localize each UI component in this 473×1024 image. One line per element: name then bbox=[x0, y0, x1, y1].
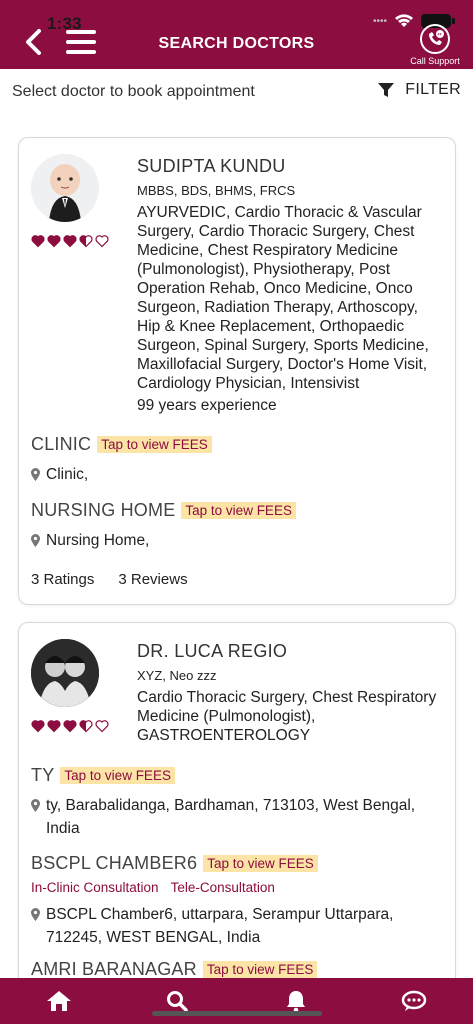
view-fees-button[interactable]: Tap to view FEES bbox=[202, 961, 318, 978]
location-block: BSCPL CHAMBER6 Tap to view FEES In-Clini… bbox=[31, 853, 445, 949]
heart-icon bbox=[79, 720, 93, 733]
doctor-info: DR. LUCA REGIO XYZ, Neo zzz Cardio Thora… bbox=[137, 641, 445, 745]
call-support-label: Call Support bbox=[410, 56, 460, 66]
heart-icon bbox=[47, 235, 61, 248]
call-support-button[interactable]: Call Support bbox=[407, 24, 463, 66]
location-name: TY bbox=[31, 765, 55, 785]
doctor-specialities: Cardio Thoracic Surgery, Chest Respirato… bbox=[137, 689, 437, 744]
instruction-text: Select doctor to book appointment bbox=[12, 83, 255, 100]
location-address: Nursing Home, bbox=[46, 532, 150, 549]
location-pin-icon bbox=[31, 468, 40, 481]
doctor-avatar bbox=[31, 639, 99, 707]
location-name: CLINIC bbox=[31, 434, 92, 454]
location-pin-icon bbox=[31, 799, 40, 812]
location-name: AMRI BARANAGAR bbox=[31, 959, 197, 979]
phone-chat-icon bbox=[420, 24, 450, 54]
tele-consultation-link[interactable]: Tele-Consultation bbox=[171, 880, 275, 895]
doctor-avatar bbox=[31, 154, 99, 222]
view-fees-button[interactable]: Tap to view FEES bbox=[181, 502, 296, 519]
bottom-navigation bbox=[0, 978, 473, 1024]
consultation-types: In-Clinic Consultation Tele-Consultation bbox=[31, 880, 445, 895]
doctor-name: DR. LUCA REGIO bbox=[137, 641, 288, 661]
doctor-card[interactable]: DR. LUCA REGIO XYZ, Neo zzz Cardio Thora… bbox=[18, 622, 456, 1024]
doctor-card[interactable]: SUDIPTA KUNDU MBBS, BDS, BHMS, FRCS AYUR… bbox=[18, 137, 456, 605]
location-block: CLINIC Tap to view FEES Clinic, bbox=[31, 434, 445, 486]
signal-icon: •••• bbox=[372, 15, 387, 27]
doctor-degree: XYZ, Neo zzz bbox=[137, 668, 217, 683]
doctor-specialities: AYURVEDIC, Cardio Thoracic & Vascular Su… bbox=[137, 204, 429, 392]
subheader: Select doctor to book appointment FILTER bbox=[0, 69, 473, 117]
heart-icon bbox=[95, 720, 109, 733]
in-clinic-consultation-link[interactable]: In-Clinic Consultation bbox=[31, 880, 159, 895]
location-name: BSCPL CHAMBER6 bbox=[31, 853, 198, 873]
menu-icon-bar bbox=[66, 30, 96, 34]
location-block: AMRI BARANAGAR Tap to view FEES bbox=[31, 959, 445, 980]
doctor-name: SUDIPTA KUNDU bbox=[137, 156, 286, 176]
heart-icon bbox=[47, 720, 61, 733]
chat-icon bbox=[401, 990, 427, 1011]
ratings-count[interactable]: 3 Ratings bbox=[31, 571, 94, 588]
home-indicator bbox=[152, 1011, 322, 1016]
heart-icon bbox=[31, 720, 45, 733]
location-address: ty, Barabalidanga, Bardhaman, 713103, We… bbox=[46, 797, 416, 837]
doctor-degree: MBBS, BDS, BHMS, FRCS bbox=[137, 183, 296, 198]
location-pin-icon bbox=[31, 908, 40, 921]
heart-icon bbox=[63, 235, 77, 248]
reviews-count[interactable]: 3 Reviews bbox=[118, 571, 187, 588]
filter-label: FILTER bbox=[405, 81, 461, 98]
view-fees-button[interactable]: Tap to view FEES bbox=[60, 767, 175, 784]
location-pin-icon bbox=[31, 534, 40, 547]
ratings-row: 3 Ratings 3 Reviews bbox=[31, 571, 188, 588]
location-address: BSCPL Chamber6, uttarpara, Serampur Utta… bbox=[46, 906, 394, 946]
bell-icon bbox=[286, 991, 305, 1013]
home-icon bbox=[47, 991, 72, 1011]
search-icon bbox=[167, 991, 189, 1012]
app-header: 1:33 •••• SEARCH DOCTORS Call Support bbox=[0, 0, 473, 69]
nav-home[interactable] bbox=[39, 981, 79, 1021]
heart-icon bbox=[79, 235, 93, 248]
filter-icon bbox=[378, 83, 395, 97]
nav-chat[interactable] bbox=[394, 981, 434, 1021]
view-fees-button[interactable]: Tap to view FEES bbox=[203, 855, 318, 872]
doctor-experience: 99 years experience bbox=[137, 397, 277, 414]
doctor-info: SUDIPTA KUNDU MBBS, BDS, BHMS, FRCS AYUR… bbox=[137, 156, 445, 415]
heart-icon bbox=[31, 235, 45, 248]
page-title: SEARCH DOCTORS bbox=[158, 35, 315, 52]
rating-hearts bbox=[31, 234, 109, 248]
view-fees-button[interactable]: Tap to view FEES bbox=[97, 436, 212, 453]
location-address: Clinic, bbox=[46, 466, 89, 483]
location-block: TY Tap to view FEES ty, Barabalidanga, B… bbox=[31, 765, 445, 840]
filter-button[interactable]: FILTER bbox=[377, 81, 461, 99]
rating-hearts bbox=[31, 719, 109, 733]
location-name: NURSING HOME bbox=[31, 500, 176, 520]
heart-icon bbox=[95, 235, 109, 248]
heart-icon bbox=[63, 720, 77, 733]
location-block: NURSING HOME Tap to view FEES Nursing Ho… bbox=[31, 500, 445, 552]
